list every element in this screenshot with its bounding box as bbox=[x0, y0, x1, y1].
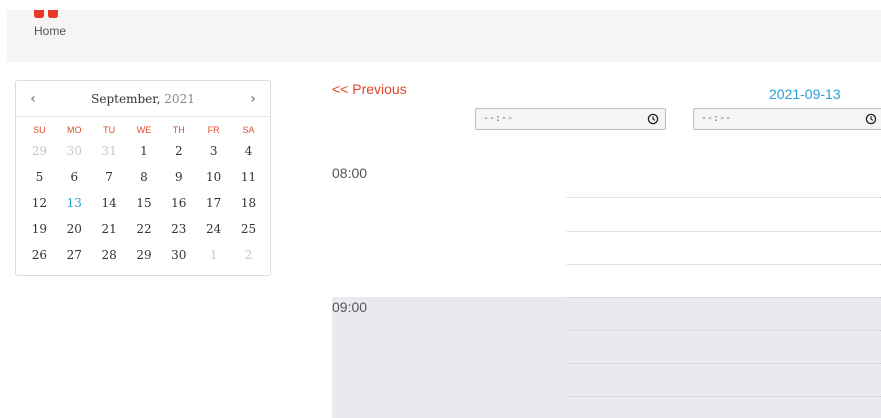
nav-home-link[interactable]: Home bbox=[34, 24, 66, 38]
calendar-day[interactable]: 14 bbox=[92, 190, 127, 216]
calendar-day[interactable]: 26 bbox=[22, 242, 57, 268]
busy-time-block[interactable] bbox=[332, 297, 881, 418]
calendar-week-row: 29 30 31 1 2 3 4 bbox=[22, 138, 266, 164]
calendar-day[interactable]: 7 bbox=[92, 164, 127, 190]
time-slot-divider bbox=[566, 297, 881, 298]
calendar-week-row: 26 27 28 29 30 1 2 bbox=[22, 242, 266, 268]
calendar-day[interactable]: 10 bbox=[196, 164, 231, 190]
current-date-label: 2021-09-13 bbox=[769, 86, 841, 102]
weekday-header: SA bbox=[242, 125, 255, 135]
start-time-input[interactable]: --:-- bbox=[475, 108, 666, 130]
time-slot-divider bbox=[566, 330, 881, 331]
calendar-week-row: 5 6 7 8 9 10 11 bbox=[22, 164, 266, 190]
calendar-day[interactable]: 29 bbox=[127, 242, 162, 268]
time-slot-divider bbox=[566, 396, 881, 397]
calendar-day[interactable]: 1 bbox=[127, 138, 162, 164]
start-time-value: --:-- bbox=[483, 113, 514, 124]
clock-icon[interactable] bbox=[647, 113, 659, 125]
calendar-day[interactable]: 12 bbox=[22, 190, 57, 216]
calendar-day[interactable]: 9 bbox=[161, 164, 196, 190]
calendar-grid: SU MO TU WE TH FR SA 29 30 31 1 2 3 4 5 6 7 8 9 10 11 12 13 14… bbox=[22, 122, 266, 268]
weekday-header: FR bbox=[207, 125, 220, 135]
date-picker-calendar: ‹ September, 2021 › SU MO TU WE TH FR SA 29 30 3… bbox=[15, 80, 271, 276]
weekday-header: TU bbox=[103, 125, 116, 135]
calendar-month-label: September, bbox=[91, 92, 161, 106]
calendar-day[interactable]: 20 bbox=[57, 216, 92, 242]
weekday-header: WE bbox=[136, 125, 152, 135]
weekday-header: MO bbox=[67, 125, 82, 135]
calendar-day[interactable]: 30 bbox=[161, 242, 196, 268]
calendar-day[interactable]: 8 bbox=[127, 164, 162, 190]
calendar-day[interactable]: 13 bbox=[57, 190, 92, 216]
time-slot-label: 08:00 bbox=[332, 165, 368, 181]
clock-icon[interactable] bbox=[865, 113, 877, 125]
weekday-header: TH bbox=[172, 125, 185, 135]
calendar-day[interactable]: 6 bbox=[57, 164, 92, 190]
end-time-input[interactable]: --:-- bbox=[693, 108, 881, 130]
calendar-day[interactable]: 27 bbox=[57, 242, 92, 268]
calendar-day-outside-month[interactable]: 1 bbox=[196, 242, 231, 268]
weekday-header: SU bbox=[33, 125, 46, 135]
calendar-week-row: 19 20 21 22 23 24 25 bbox=[22, 216, 266, 242]
calendar-day[interactable]: 21 bbox=[92, 216, 127, 242]
weekday-header-row: SU MO TU WE TH FR SA bbox=[22, 122, 266, 138]
calendar-day-outside-month[interactable]: 30 bbox=[57, 138, 92, 164]
previous-day-link[interactable]: << Previous bbox=[332, 81, 407, 97]
calendar-day-outside-month[interactable]: 2 bbox=[231, 242, 266, 268]
calendar-day[interactable]: 28 bbox=[92, 242, 127, 268]
time-slot-divider bbox=[566, 363, 881, 364]
calendar-day-outside-month[interactable]: 31 bbox=[92, 138, 127, 164]
calendar-day[interactable]: 23 bbox=[161, 216, 196, 242]
calendar-day[interactable]: 4 bbox=[231, 138, 266, 164]
calendar-day[interactable]: 11 bbox=[231, 164, 266, 190]
calendar-day[interactable]: 22 bbox=[127, 216, 162, 242]
time-slot-divider bbox=[566, 197, 881, 198]
calendar-day[interactable]: 24 bbox=[196, 216, 231, 242]
calendar-year-label: 2021 bbox=[164, 92, 195, 106]
calendar-day[interactable]: 3 bbox=[196, 138, 231, 164]
top-navigation-bar: Home bbox=[7, 10, 881, 62]
calendar-header: ‹ September, 2021 › bbox=[16, 81, 270, 117]
end-time-value: --:-- bbox=[701, 113, 732, 124]
app-logo[interactable] bbox=[34, 10, 66, 18]
calendar-day[interactable]: 15 bbox=[127, 190, 162, 216]
calendar-day[interactable]: 2 bbox=[161, 138, 196, 164]
calendar-month-title: September, 2021 bbox=[16, 92, 270, 106]
calendar-day[interactable]: 19 bbox=[22, 216, 57, 242]
calendar-day[interactable]: 25 bbox=[231, 216, 266, 242]
calendar-days: 29 30 31 1 2 3 4 5 6 7 8 9 10 11 12 13 14 15 16 17 18 19 20 21 2… bbox=[22, 138, 266, 268]
calendar-week-row: 12 13 14 15 16 17 18 bbox=[22, 190, 266, 216]
chevron-right-icon[interactable]: › bbox=[244, 90, 262, 108]
time-slot-divider bbox=[566, 231, 881, 232]
calendar-day-outside-month[interactable]: 29 bbox=[22, 138, 57, 164]
time-slot-label: 09:00 bbox=[332, 299, 368, 315]
calendar-day[interactable]: 5 bbox=[22, 164, 57, 190]
calendar-day[interactable]: 18 bbox=[231, 190, 266, 216]
time-slot-divider bbox=[566, 264, 881, 265]
calendar-day[interactable]: 16 bbox=[161, 190, 196, 216]
calendar-day[interactable]: 17 bbox=[196, 190, 231, 216]
